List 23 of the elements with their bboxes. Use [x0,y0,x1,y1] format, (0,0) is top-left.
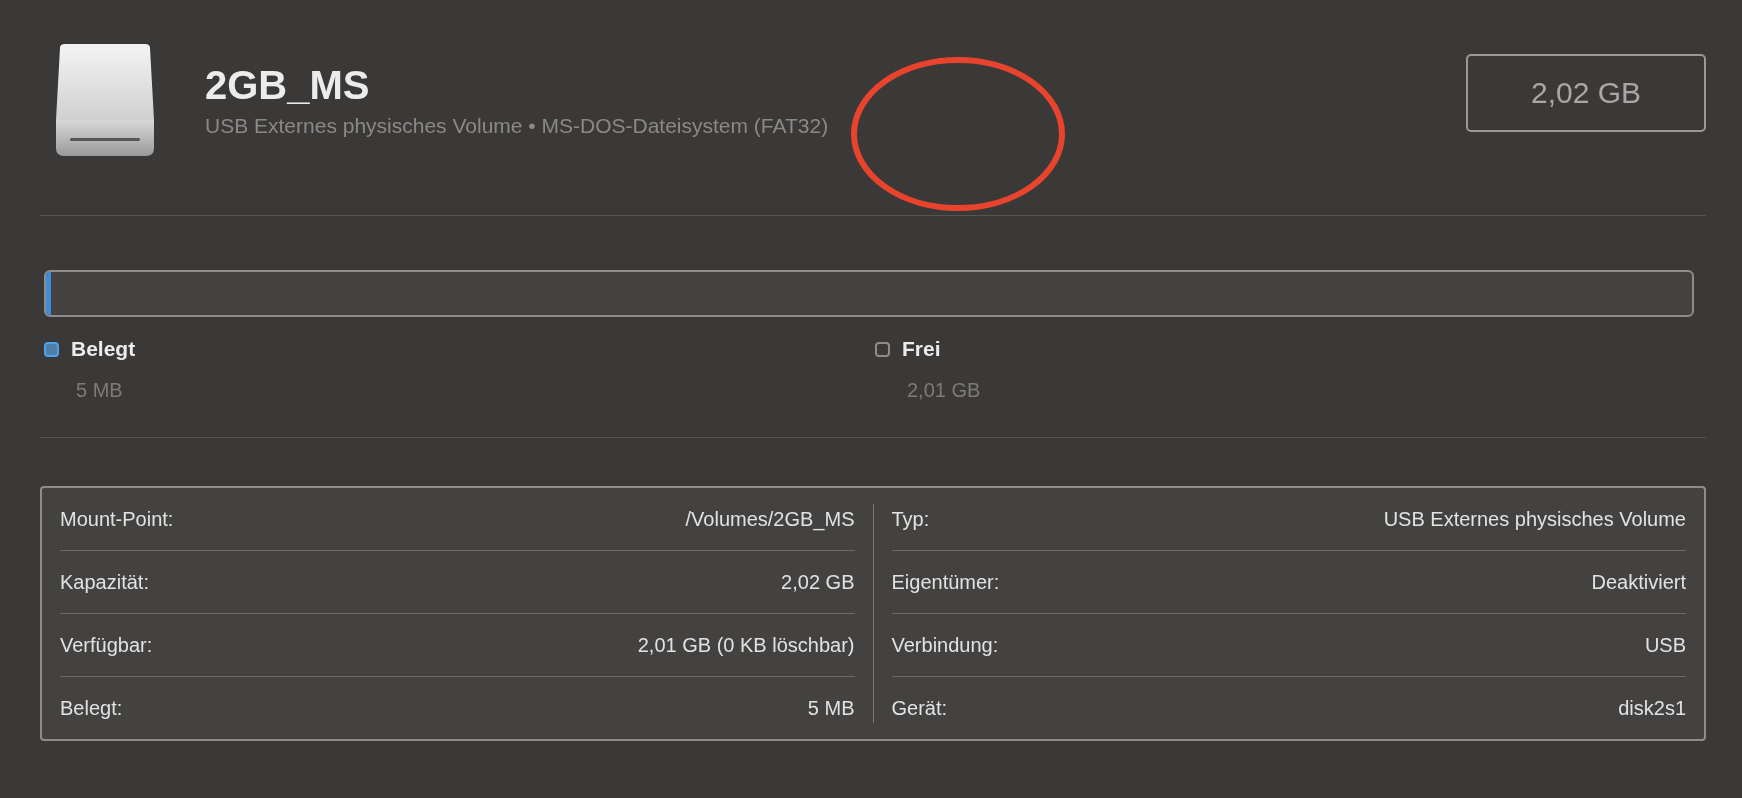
info-label: Kapazität: [60,570,149,594]
volume-description: USB Externes physisches Volume • MS-DOS-Dateisystem (FAT32) [205,113,830,138]
info-label: Belegt: [60,696,123,720]
info-value: 5 MB [807,696,855,720]
legend-value: 2,01 GB [907,379,982,402]
info-value: /Volumes/2GB_MS [685,507,855,531]
info-value: disk2s1 [1618,696,1686,720]
info-label: Typ: [891,507,930,531]
info-value: USB [1644,633,1686,657]
info-value: USB Externes physisches Volume [1383,507,1686,531]
info-label: Eigentümer: [891,570,1000,594]
volume-name: 2GB_MS [205,62,371,108]
legend-value: 5 MB [76,379,124,402]
volume-size: 2,02 GB [1466,54,1706,132]
info-label: Verfügbar: [60,633,153,657]
info-value: 2,01 GB (0 KB löschbar) [637,633,855,657]
info-value: 2,02 GB [781,570,855,594]
info-value: Deaktiviert [1591,570,1686,594]
info-label: Gerät: [891,696,948,720]
legend-label: Frei [902,337,941,361]
info-label: Verbindung: [891,633,999,657]
legend-label: Belegt [71,337,136,361]
info-label: Mount-Point: [60,507,174,531]
